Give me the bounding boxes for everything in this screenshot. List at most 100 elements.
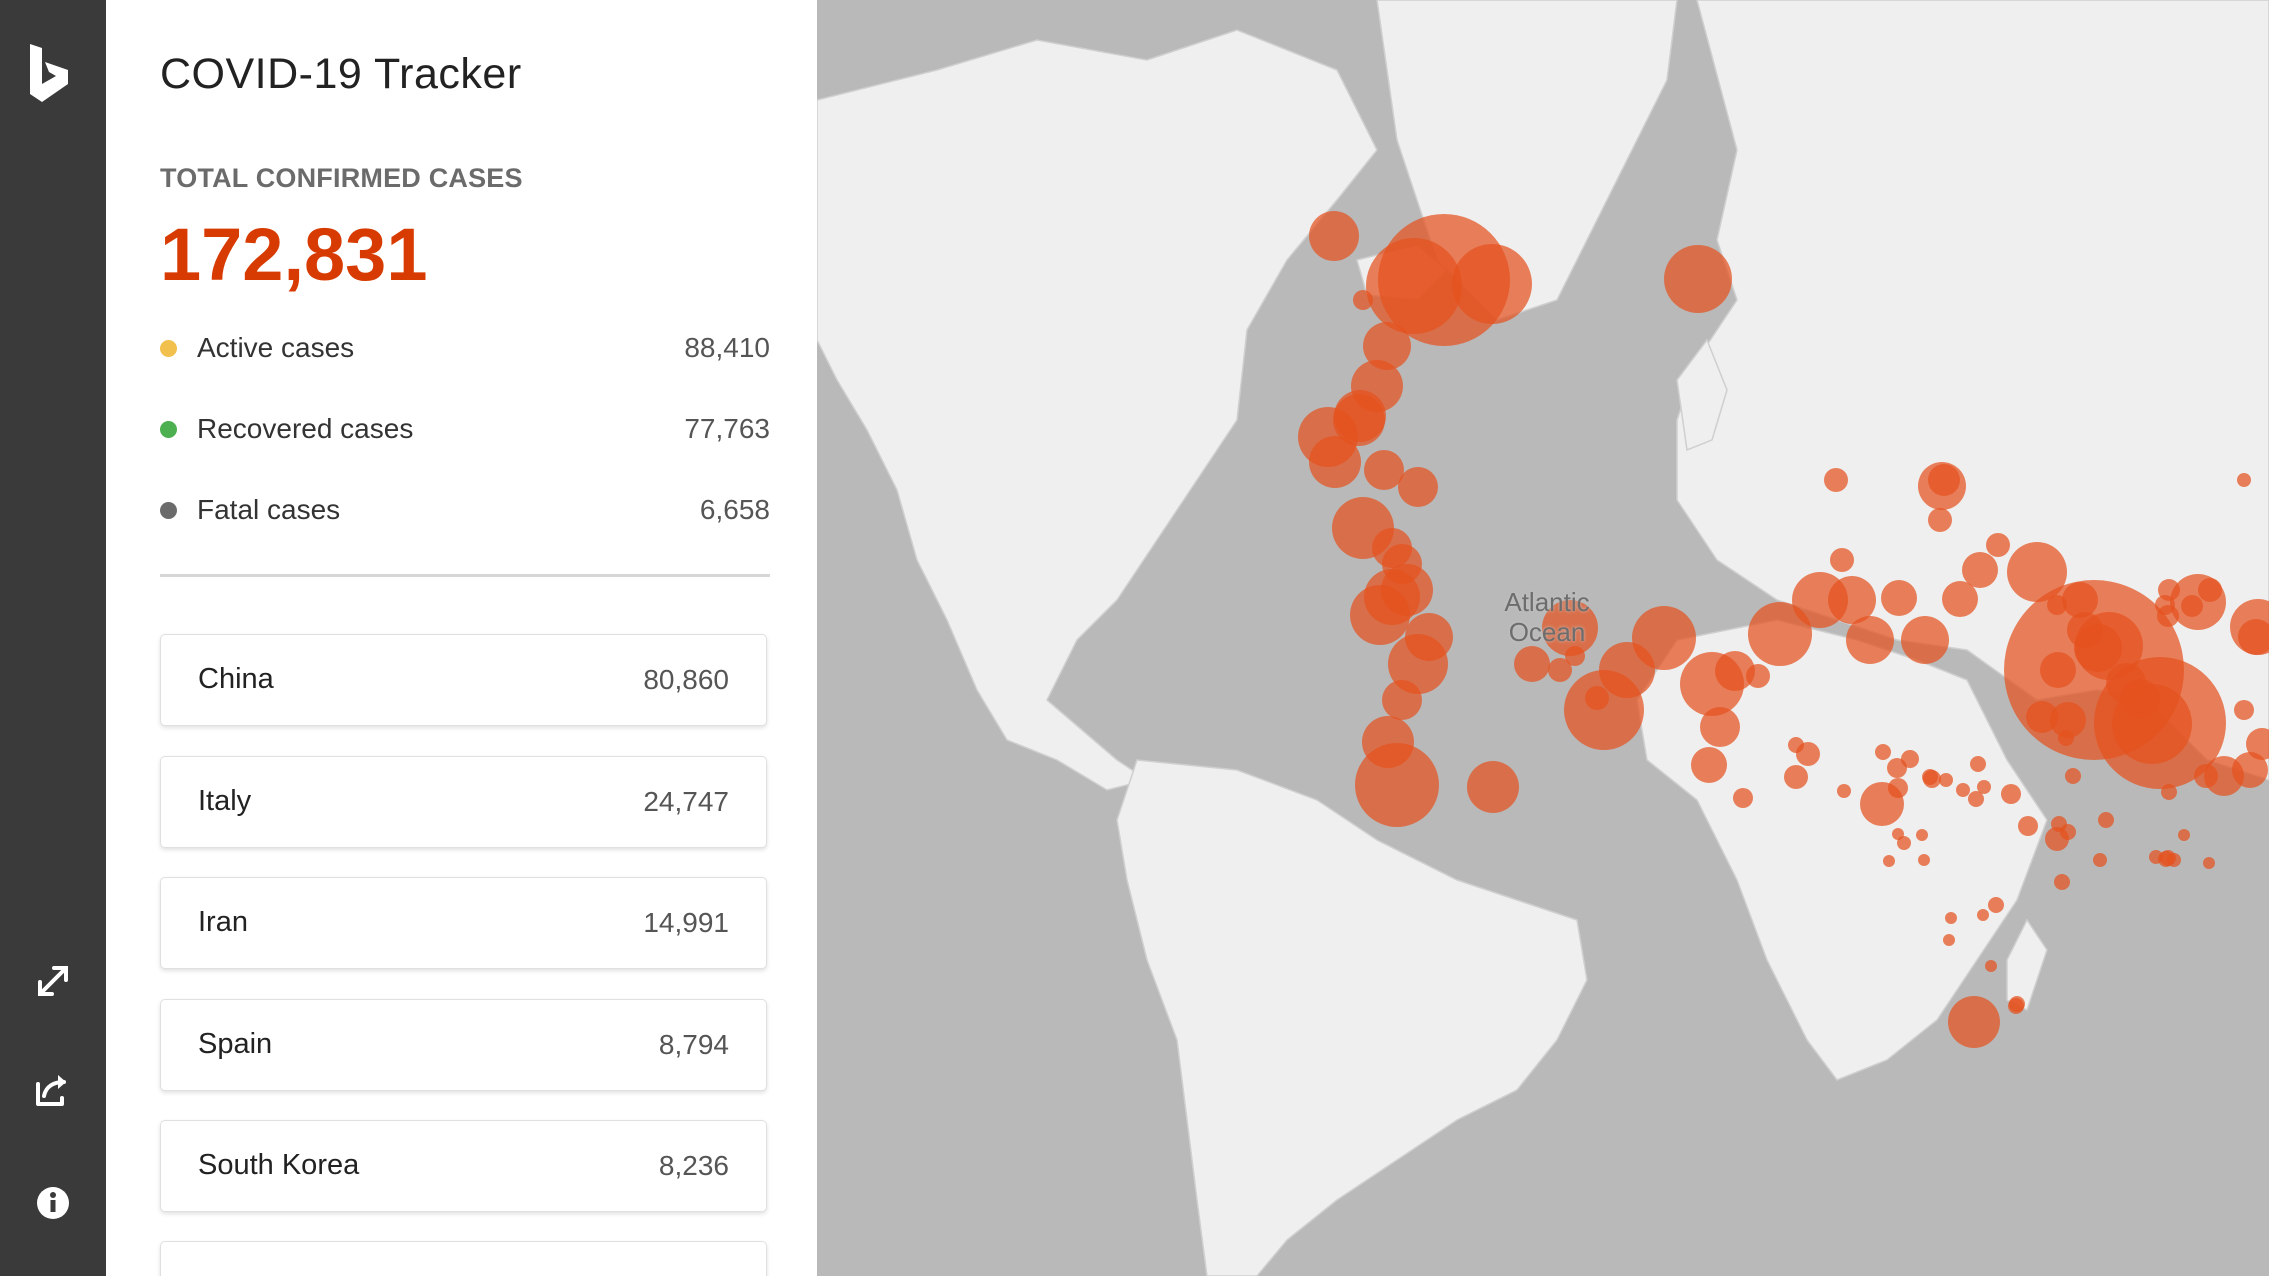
case-bubble[interactable] bbox=[1309, 436, 1361, 488]
country-name: Italy bbox=[198, 785, 252, 817]
country-item-spain[interactable]: Spain 8,794 bbox=[160, 999, 767, 1091]
case-bubble[interactable] bbox=[1830, 548, 1854, 572]
case-bubble[interactable] bbox=[2167, 853, 2181, 867]
case-bubble[interactable] bbox=[1565, 646, 1585, 666]
case-bubble[interactable] bbox=[1985, 960, 1997, 972]
case-bubble[interactable] bbox=[2065, 768, 2081, 784]
case-bubble[interactable] bbox=[1918, 854, 1930, 866]
case-bubble[interactable] bbox=[1514, 646, 1550, 682]
world-map[interactable]: Atlantic Ocean bbox=[817, 0, 2269, 1276]
case-bubble[interactable] bbox=[1309, 211, 1359, 261]
case-bubble[interactable] bbox=[1746, 664, 1770, 688]
case-bubble[interactable] bbox=[2203, 857, 2215, 869]
bing-logo-icon[interactable] bbox=[22, 40, 82, 108]
case-bubble[interactable] bbox=[1837, 784, 1851, 798]
case-bubble[interactable] bbox=[1888, 778, 1908, 798]
case-bubble[interactable] bbox=[2004, 580, 2184, 760]
case-bubble[interactable] bbox=[1922, 769, 1938, 785]
case-bubble[interactable] bbox=[2178, 829, 2190, 841]
case-bubble[interactable] bbox=[2018, 816, 2038, 836]
case-bubble[interactable] bbox=[1948, 996, 2000, 1048]
stat-fatal: Fatal cases 6,658 bbox=[160, 490, 770, 530]
case-bubble[interactable] bbox=[2060, 824, 2076, 840]
divider bbox=[160, 574, 770, 577]
case-bubble[interactable] bbox=[1970, 756, 1986, 772]
country-name: China bbox=[198, 663, 274, 695]
case-bubble[interactable] bbox=[1846, 616, 1894, 664]
country-count: 80,860 bbox=[643, 664, 729, 695]
north-america-land bbox=[817, 29, 1378, 791]
case-bubble[interactable] bbox=[2198, 578, 2222, 602]
case-bubble[interactable] bbox=[2009, 996, 2025, 1012]
case-bubble[interactable] bbox=[1355, 743, 1439, 827]
stat-label: Recovered cases bbox=[197, 413, 414, 444]
country-item-partial[interactable] bbox=[160, 1241, 767, 1276]
country-item-italy[interactable]: Italy 24,747 bbox=[160, 756, 767, 848]
case-bubble[interactable] bbox=[1691, 747, 1727, 783]
case-bubble[interactable] bbox=[1875, 744, 1891, 760]
case-bubble[interactable] bbox=[2234, 700, 2254, 720]
case-bubble[interactable] bbox=[1664, 245, 1732, 313]
case-bubble[interactable] bbox=[2098, 812, 2114, 828]
case-bubble[interactable] bbox=[1700, 707, 1740, 747]
case-bubble[interactable] bbox=[1928, 508, 1952, 532]
case-bubble[interactable] bbox=[1796, 742, 1820, 766]
case-bubble[interactable] bbox=[1334, 390, 1386, 442]
case-bubble[interactable] bbox=[1901, 616, 1949, 664]
case-bubble[interactable] bbox=[1968, 791, 1984, 807]
expand-icon[interactable] bbox=[26, 954, 80, 1008]
case-bubble[interactable] bbox=[1784, 765, 1808, 789]
case-bubble[interactable] bbox=[1986, 533, 2010, 557]
case-bubble[interactable] bbox=[2158, 579, 2180, 601]
case-bubble[interactable] bbox=[1892, 828, 1904, 840]
stat-value: 88,410 bbox=[684, 332, 770, 363]
country-count: 8,794 bbox=[658, 1029, 729, 1060]
case-bubble[interactable] bbox=[1943, 934, 1955, 946]
case-bubble[interactable] bbox=[2093, 853, 2107, 867]
case-bubble[interactable] bbox=[1956, 783, 1970, 797]
country-item-iran[interactable]: Iran 14,991 bbox=[160, 877, 767, 969]
case-bubble[interactable] bbox=[1881, 580, 1917, 616]
case-bubble[interactable] bbox=[1918, 462, 1966, 510]
case-bubble[interactable] bbox=[1350, 585, 1410, 645]
case-bubble[interactable] bbox=[2054, 874, 2070, 890]
case-bubble[interactable] bbox=[1916, 829, 1928, 841]
recovered-dot-icon bbox=[160, 421, 177, 438]
case-bubble[interactable] bbox=[1632, 606, 1696, 670]
case-bubble[interactable] bbox=[1382, 680, 1422, 720]
case-bubble[interactable] bbox=[2181, 595, 2203, 617]
country-name: South Korea bbox=[198, 1149, 360, 1181]
country-name: Spain bbox=[198, 1028, 273, 1060]
info-icon[interactable] bbox=[26, 1176, 80, 1230]
case-bubble[interactable] bbox=[1945, 912, 1957, 924]
total-confirmed-label: TOTAL CONFIRMED CASES bbox=[160, 163, 523, 193]
case-bubble[interactable] bbox=[2050, 702, 2086, 738]
case-bubble[interactable] bbox=[1939, 773, 1953, 787]
case-bubble[interactable] bbox=[1467, 761, 1519, 813]
country-item-south-korea[interactable]: South Korea 8,236 bbox=[160, 1120, 767, 1212]
ocean-label-line1: Atlantic bbox=[1504, 587, 1590, 617]
case-bubble[interactable] bbox=[2161, 784, 2177, 800]
case-bubble[interactable] bbox=[1452, 244, 1532, 324]
total-confirmed-value: 172,831 bbox=[160, 213, 428, 296]
case-bubble[interactable] bbox=[2237, 473, 2251, 487]
share-icon[interactable] bbox=[26, 1064, 80, 1118]
case-bubble[interactable] bbox=[1733, 788, 1753, 808]
country-count: 8,236 bbox=[658, 1150, 729, 1181]
fatal-dot-icon bbox=[160, 502, 177, 519]
case-bubble[interactable] bbox=[1364, 450, 1404, 490]
stat-label: Fatal cases bbox=[197, 494, 341, 525]
country-item-china[interactable]: China 80,860 bbox=[160, 634, 767, 726]
country-name: Iran bbox=[198, 906, 248, 938]
case-bubble[interactable] bbox=[2001, 784, 2021, 804]
country-count: 14,991 bbox=[643, 907, 729, 938]
side-rail bbox=[0, 0, 106, 1276]
case-bubble[interactable] bbox=[1977, 909, 1989, 921]
case-bubble[interactable] bbox=[1824, 468, 1848, 492]
case-bubble[interactable] bbox=[1398, 467, 1438, 507]
madagascar-land bbox=[2006, 918, 2048, 1012]
case-bubble[interactable] bbox=[1901, 750, 1919, 768]
case-bubble[interactable] bbox=[1883, 855, 1895, 867]
case-bubble[interactable] bbox=[1988, 897, 2004, 913]
case-bubble[interactable] bbox=[1962, 552, 1998, 588]
